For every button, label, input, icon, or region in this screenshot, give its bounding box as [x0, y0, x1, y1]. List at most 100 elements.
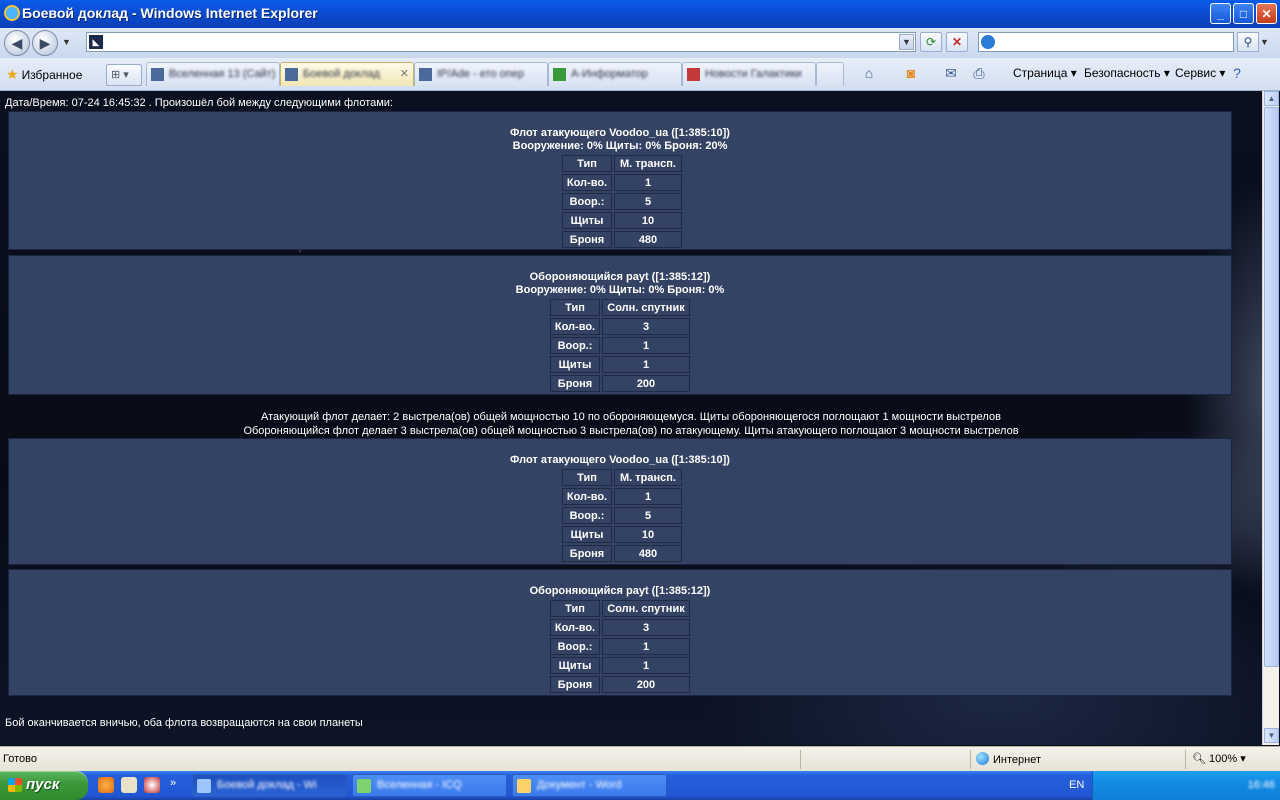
row-label: Кол-во.: [550, 318, 600, 335]
window-title-bar[interactable]: Боевой доклад - Windows Internet Explore…: [0, 0, 1280, 28]
row-value: 1: [614, 174, 682, 191]
page-menu[interactable]: Страница ▾: [1013, 66, 1077, 80]
quicklaunch-app-icon[interactable]: [98, 777, 114, 793]
quicklaunch-more-icon[interactable]: »: [170, 777, 186, 793]
task-app-icon: [197, 779, 211, 793]
help-icon[interactable]: ?: [1228, 64, 1246, 82]
security-menu[interactable]: Безопасность ▾: [1084, 66, 1170, 80]
minimize-button[interactable]: _: [1210, 3, 1231, 24]
tab-close-icon[interactable]: ✕: [400, 67, 409, 80]
status-divider: [1185, 750, 1186, 769]
row-value: 200: [602, 676, 690, 693]
tab-2-active[interactable]: Боевой доклад ✕: [280, 62, 414, 86]
stop-button[interactable]: ✕: [946, 32, 968, 52]
rss-feeds-icon[interactable]: ◙: [902, 64, 920, 82]
row-label: Кол-во.: [550, 619, 600, 636]
forward-arrow-icon: ▶: [39, 35, 51, 51]
home-icon[interactable]: ⌂: [860, 64, 878, 82]
security-zone[interactable]: Интернет: [976, 752, 1041, 766]
row-value: 3: [602, 318, 690, 335]
row-label: Воор.:: [562, 507, 612, 524]
defender-fleet-table: Тип Солн. спутник Кол-во. 3 Воор.: 1 Щиты 1 …: [548, 297, 692, 394]
task-app-icon: [357, 779, 371, 793]
back-button[interactable]: ◀: [4, 30, 30, 56]
defender-fleet-name: Обороняющийся payt ([1:385:12]): [529, 585, 711, 597]
system-tray: 16:46: [1092, 771, 1280, 800]
quicklaunch-notepad-icon[interactable]: [121, 777, 137, 793]
row-value: 1: [602, 657, 690, 674]
taskbar-item[interactable]: Вселенная - ICQ: [352, 774, 507, 797]
tab-label: Боевой доклад: [303, 68, 380, 80]
search-input[interactable]: [978, 32, 1234, 52]
row-value: 200: [602, 375, 690, 392]
row-label: Щиты: [562, 526, 612, 543]
row-label: Кол-во.: [562, 488, 612, 505]
attacker-fleet-table: Тип М. трансп. Кол-во. 1 Воор.: 5 Щиты 10 Бр…: [560, 153, 684, 250]
language-indicator[interactable]: EN: [1069, 779, 1084, 791]
search-options-dropdown[interactable]: ▼: [1260, 32, 1272, 52]
attacker-shots-summary: Атакующий флот делает: 2 выстрела(ов) об…: [261, 411, 1001, 423]
vertical-scrollbar[interactable]: ▲ ▼: [1262, 91, 1279, 745]
refresh-button[interactable]: ⟳: [920, 32, 942, 52]
taskbar-item[interactable]: Документ - Word: [512, 774, 667, 797]
zoom-icon: 🔍︎: [1192, 753, 1206, 765]
forward-button[interactable]: ▶: [32, 30, 58, 56]
row-value: 3: [602, 619, 690, 636]
row-label: Броня: [562, 231, 612, 248]
favorites-star-icon: ★: [6, 66, 19, 82]
start-button[interactable]: пуск: [0, 771, 88, 800]
taskbar-item[interactable]: Боевой доклад - Wi: [192, 774, 347, 797]
scroll-thumb[interactable]: [1264, 107, 1279, 667]
row-value: 1: [602, 356, 690, 373]
new-tab-button[interactable]: [816, 62, 844, 86]
zone-label: Интернет: [993, 754, 1041, 766]
attacker-fleet-tech: Вооружение: 0% Щиты: 0% Броня: 20%: [512, 140, 728, 152]
tab-3[interactable]: IP/Ade - ето опер: [414, 62, 548, 86]
security-menu-label: Безопасность: [1084, 66, 1161, 80]
task-label: Боевой доклад - Wi: [217, 779, 317, 791]
scroll-up-button[interactable]: ▲: [1264, 91, 1279, 106]
row-label: Воор.:: [550, 638, 600, 655]
search-button[interactable]: ⚲: [1237, 32, 1259, 52]
status-divider: [800, 750, 801, 769]
tab-4[interactable]: А-Информатор: [548, 62, 682, 86]
defender-fleet-table: Тип Солн. спутник Кол-во. 3 Воор.: 1 Щиты 1 …: [548, 598, 692, 695]
maximize-button[interactable]: □: [1233, 3, 1254, 24]
quick-tabs-button[interactable]: ⊞ ▾: [106, 64, 142, 86]
scroll-down-button[interactable]: ▼: [1264, 728, 1279, 743]
row-value: 5: [614, 193, 682, 210]
tools-menu[interactable]: Сервис ▾: [1175, 66, 1225, 80]
row-label: Воор.:: [550, 337, 600, 354]
print-icon[interactable]: ⎙: [970, 64, 988, 82]
favorites-button[interactable]: ★ Избранное: [6, 66, 82, 83]
tab-favicon-icon: [553, 68, 566, 81]
tab-label: IP/Ade - ето опер: [437, 68, 524, 80]
magnifier-icon: ⚲: [1243, 35, 1253, 49]
row-value: Солн. спутник: [602, 299, 690, 316]
row-label: Щиты: [550, 356, 600, 373]
address-dropdown-button[interactable]: ▼: [899, 34, 914, 50]
site-favicon-icon: ◣: [89, 35, 103, 49]
close-button[interactable]: ✕: [1256, 3, 1277, 24]
recent-pages-dropdown[interactable]: ▼: [62, 37, 71, 47]
row-label: Воор.:: [562, 193, 612, 210]
mail-icon[interactable]: ✉: [942, 64, 960, 82]
attacker-fleet-name: Флот атакующего Voodoo_ua ([1:385:10]): [510, 127, 730, 139]
address-bar[interactable]: ◣ ▼: [86, 32, 916, 52]
tab-favicon-icon: [687, 68, 700, 81]
windows-taskbar: пуск » Боевой доклад - Wi Вселенная - IC…: [0, 771, 1280, 800]
quicklaunch-app-icon[interactable]: [144, 777, 160, 793]
clock[interactable]: 16:46: [1247, 779, 1275, 791]
tab-label: Новости Галактики: [705, 68, 802, 80]
windows-flag-icon: [8, 778, 22, 792]
favorites-label: Избранное: [21, 68, 83, 82]
tab-5[interactable]: Новости Галактики: [682, 62, 816, 86]
tab-1[interactable]: Вселенная 13 (Сайт): [146, 62, 280, 86]
row-label: Броня: [550, 375, 600, 392]
zoom-level-button[interactable]: 🔍︎ 100% ▾: [1192, 752, 1246, 765]
defender-fleet-tech: Вооружение: 0% Щиты: 0% Броня: 0%: [515, 284, 725, 296]
zoom-value: 100%: [1209, 753, 1238, 765]
row-label: Тип: [550, 600, 600, 617]
status-divider: [970, 750, 971, 769]
search-provider-icon: [981, 35, 995, 49]
